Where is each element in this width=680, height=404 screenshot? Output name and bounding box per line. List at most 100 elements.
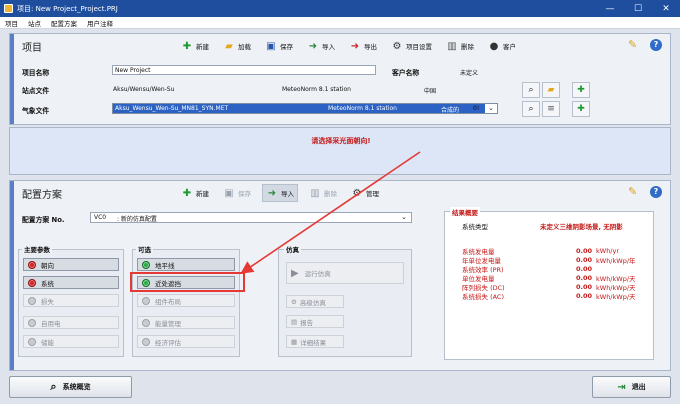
menu-bar: 项目 站点 配置方案 用户注释	[0, 17, 680, 29]
results-title: 结果概要	[450, 207, 480, 217]
variant-desc: : 新的仿真配置	[117, 216, 157, 223]
optional-economic-evaluation-button[interactable]: 经济评估	[137, 335, 235, 348]
detailed-results-button[interactable]: ▦ 详细结果	[286, 335, 344, 348]
site-add-button[interactable]: ✚	[572, 82, 590, 98]
project-section-title: 项目	[22, 43, 42, 54]
meteo-source: MeteoNorm 8.1 station	[328, 105, 397, 112]
param-self-consumption-button[interactable]: 自用电	[23, 316, 119, 329]
advanced-simulation-button[interactable]: ⚙ 高级仿真	[286, 295, 344, 308]
project-name-input[interactable]: New Project	[112, 65, 376, 75]
status-grey-icon	[28, 337, 36, 346]
magnifier-icon: ⌕	[50, 380, 57, 393]
meteo-file-name: Aksu_Wensu_Wen-Su_MN81_SYN.MET	[115, 105, 229, 112]
param-orientation-button[interactable]: 朝向	[23, 258, 119, 271]
database-icon: ≡	[547, 104, 555, 114]
variant-section-title: 配置方案	[22, 190, 62, 201]
folder-icon: ▰	[547, 85, 555, 95]
site-file-label: 站点文件	[22, 87, 50, 95]
variant-new-button[interactable]: ✚ 新建	[178, 184, 212, 202]
project-client-button[interactable]: ● 客户	[485, 37, 519, 55]
status-grey-icon	[142, 318, 150, 327]
plus-icon: ✚	[577, 85, 585, 95]
project-save-button[interactable]: ▣ 保存	[262, 37, 296, 55]
run-simulation-button[interactable]: ▶ 运行仿真	[286, 262, 404, 284]
client-name-label: 客户名称	[392, 69, 420, 77]
meteo-database-button[interactable]: ≡	[542, 101, 560, 117]
project-import-button[interactable]: ➜ 导入	[304, 37, 338, 55]
project-export-button[interactable]: ➜ 导出	[346, 37, 380, 55]
magnifier-icon: ⌕	[528, 85, 534, 95]
variant-select[interactable]: VC0 : 新的仿真配置 ⌄	[90, 212, 412, 223]
project-new-button[interactable]: ✚ 新建	[178, 37, 212, 55]
param-storage-button[interactable]: 储能	[23, 335, 119, 348]
pencil-icon[interactable]: ✎	[628, 38, 637, 51]
report-button[interactable]: ▤ 报告	[286, 315, 344, 328]
variant-delete-button[interactable]: ▥ 删除	[306, 184, 340, 202]
trash-icon: ▥	[310, 187, 320, 199]
meteo-file-select[interactable]: Aksu_Wensu_Wen-Su_MN81_SYN.MET MeteoNorm…	[112, 103, 498, 114]
menu-user-notes[interactable]: 用户注释	[82, 18, 118, 28]
report-icon: ▤	[291, 317, 298, 326]
status-grey-icon	[142, 337, 150, 346]
exit-icon: ⇥	[617, 381, 626, 393]
menu-site[interactable]: 站点	[23, 18, 46, 28]
project-settings-button[interactable]: ⚙ 项目设置	[388, 37, 435, 55]
close-button[interactable]: ✕	[652, 0, 680, 17]
project-toolbar: ✚ 新建 ▰ 加载 ▣ 保存 ➜ 导入 ➜ 导出 ⚙ 项目设置 ▥ 删除 ● 客户	[178, 37, 527, 55]
optional-energy-management-button[interactable]: 能量管理	[137, 316, 235, 329]
status-green-icon	[142, 260, 150, 269]
system-type-value: 未定义三维阴影场景, 无阴影	[540, 223, 623, 231]
variant-no-value: VC0	[94, 214, 107, 221]
site-open-button[interactable]: ▰	[542, 82, 560, 98]
chevron-down-icon: ⌄	[488, 104, 494, 112]
status-red-icon	[28, 260, 36, 269]
param-system-button[interactable]: 系统	[23, 276, 119, 289]
play-icon: ▶	[291, 267, 299, 279]
status-grey-icon	[28, 296, 36, 305]
magnifier-icon: ⌕	[528, 104, 534, 114]
gear-icon: ⚙	[352, 187, 362, 199]
optional-module-layout-button[interactable]: 组件布局	[137, 294, 235, 307]
maximize-button[interactable]: ☐	[624, 0, 652, 17]
client-name-value: 未定义	[460, 70, 479, 77]
status-grey-icon	[142, 296, 150, 305]
project-name-label: 项目名称	[22, 69, 50, 77]
menu-variant[interactable]: 配置方案	[46, 18, 82, 28]
main-params-title: 主要参数	[22, 244, 52, 254]
results-list: 系统发电量 0.00 kWh/yr 年单位发电量 0.00 kWh/kWp/年 系统效率…	[462, 246, 642, 301]
param-losses-button[interactable]: 损失	[23, 294, 119, 307]
project-delete-button[interactable]: ▥ 删除	[443, 37, 477, 55]
variant-import-button[interactable]: ➜ 导入	[262, 184, 298, 202]
import-icon: ➜	[267, 187, 277, 199]
variant-save-button[interactable]: ▣ 保存	[220, 184, 254, 202]
site-name: Aksu/Wensu/Wen-Su	[113, 86, 175, 93]
minimize-button[interactable]: —	[596, 0, 624, 17]
chart-icon: ▦	[291, 337, 298, 346]
site-search-button[interactable]: ⌕	[522, 82, 540, 98]
menu-project[interactable]: 项目	[0, 18, 23, 28]
help-icon[interactable]: ?	[650, 39, 662, 51]
optional-title: 可选	[136, 244, 153, 254]
warning-area: 请选择采光面朝向!	[9, 127, 671, 175]
plus-icon: ✚	[577, 104, 585, 114]
meteo-search-button[interactable]: ⌕	[522, 101, 540, 117]
chevron-down-icon: ⌄	[401, 213, 407, 221]
save-icon: ▣	[266, 40, 276, 52]
pencil-icon[interactable]: ✎	[628, 185, 637, 198]
optional-horizon-button[interactable]: 地平线	[137, 258, 235, 271]
export-icon: ➜	[350, 40, 360, 52]
gear-icon: ⚙	[291, 297, 297, 306]
system-overview-button[interactable]: ⌕ 系统概览	[9, 376, 132, 398]
user-icon: ●	[489, 40, 499, 52]
simulation-title: 仿真	[284, 244, 301, 254]
app-icon	[4, 4, 13, 13]
help-icon[interactable]: ?	[650, 186, 662, 198]
exit-button[interactable]: ⇥ 退出	[592, 376, 671, 398]
plus-icon: ✚	[182, 40, 192, 52]
variant-manage-button[interactable]: ⚙ 管理	[348, 184, 382, 202]
meteo-add-button[interactable]: ✚	[572, 101, 590, 117]
status-grey-icon	[28, 318, 36, 327]
project-load-button[interactable]: ▰ 加载	[220, 37, 254, 55]
trash-icon: ▥	[447, 40, 457, 52]
site-source: MeteoNorm 8.1 station	[282, 86, 351, 93]
